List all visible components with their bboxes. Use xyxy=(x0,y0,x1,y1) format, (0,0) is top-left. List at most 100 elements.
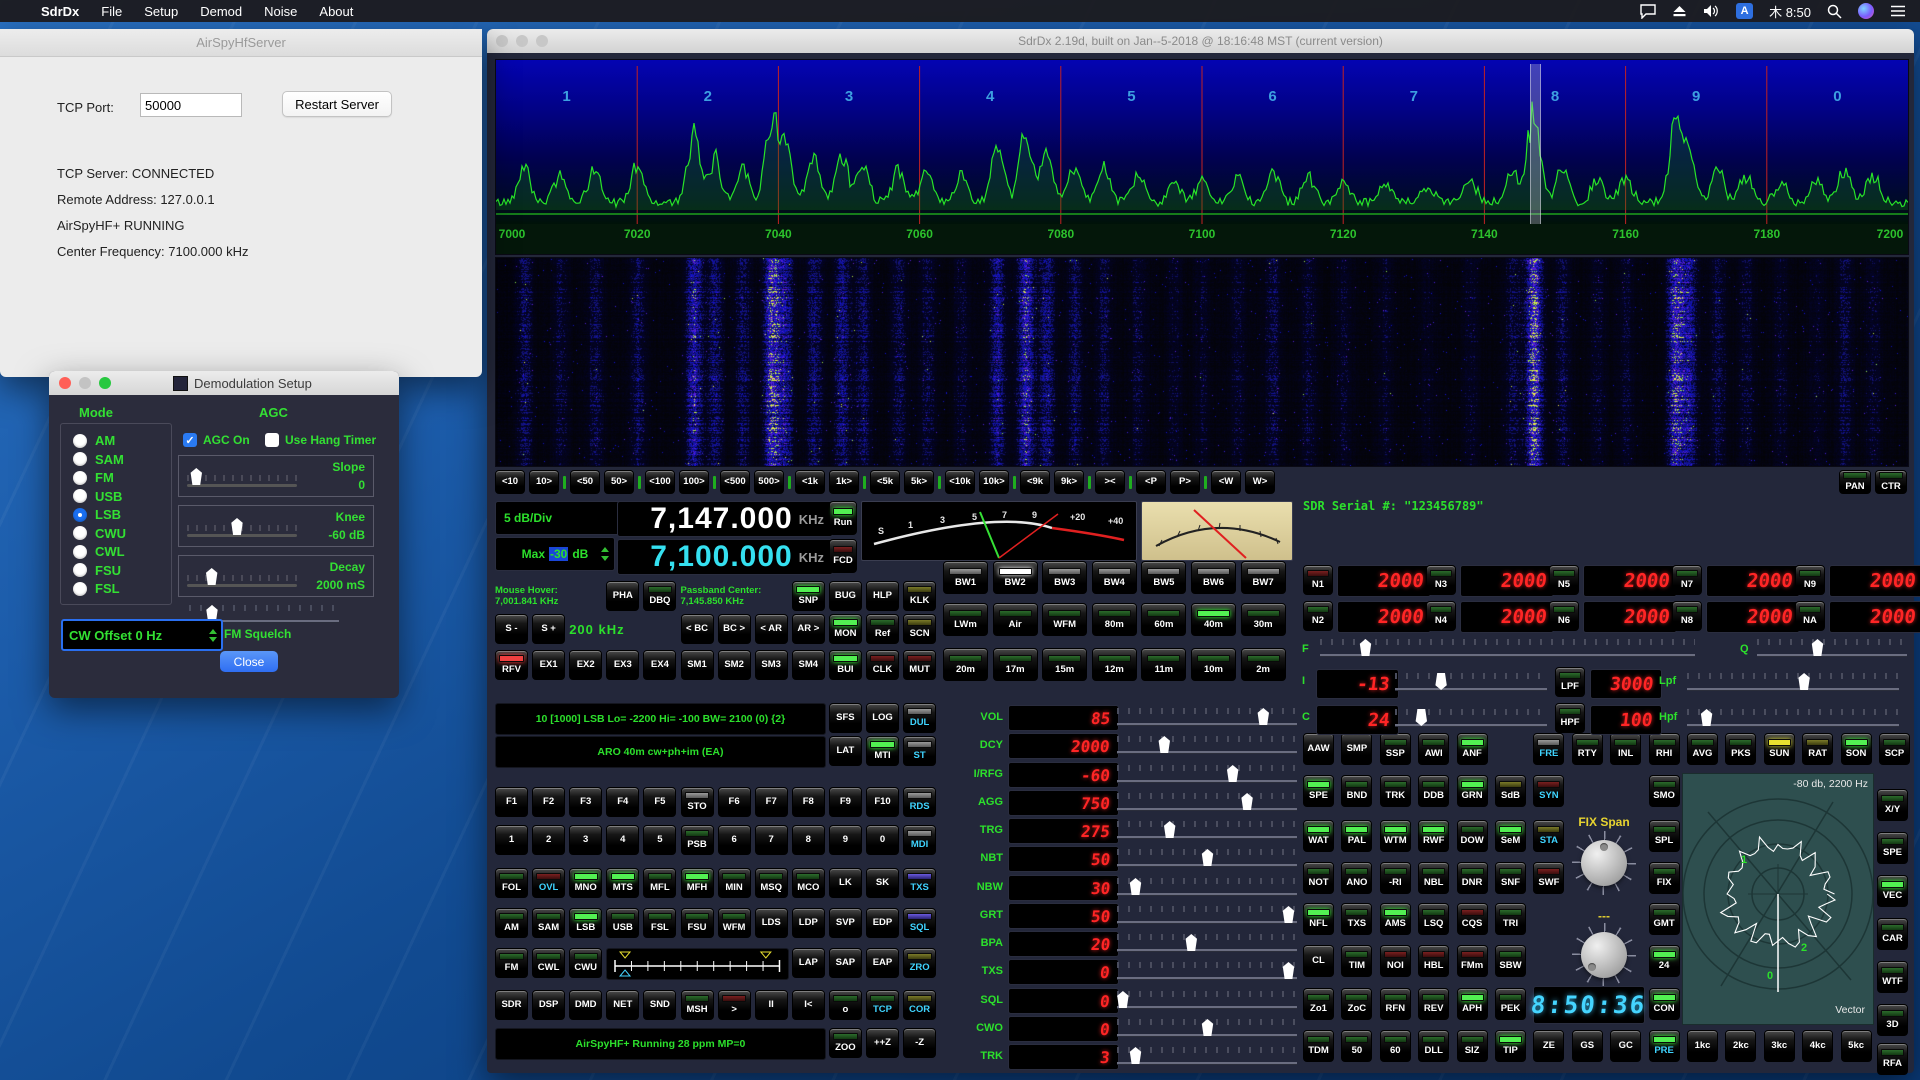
btn-smo[interactable]: SMO xyxy=(1649,775,1680,807)
btn-7[interactable]: 7 xyxy=(755,825,788,855)
step--button[interactable]: >< xyxy=(1095,470,1125,494)
notification-list-icon[interactable] xyxy=(1890,5,1906,17)
btn-4kc[interactable]: 4kc xyxy=(1802,1030,1833,1062)
btn-n5[interactable]: N5 xyxy=(1549,565,1579,595)
btn-dll[interactable]: DLL xyxy=(1418,1030,1449,1062)
step-9k-button[interactable]: <9k xyxy=(1020,470,1050,494)
mode-radio-fsl[interactable]: FSL xyxy=(73,581,120,596)
center-frequency-display[interactable]: 7,100.000KHz xyxy=(617,539,833,575)
btn-trk[interactable]: TRK xyxy=(1380,775,1411,807)
btn-min[interactable]: MIN xyxy=(718,868,751,898)
btn-rhi[interactable]: RHI xyxy=(1649,733,1680,765)
mode-radio-lsb[interactable]: LSB xyxy=(73,507,121,522)
btn-tip[interactable]: TIP xyxy=(1495,1030,1526,1062)
btn-zro[interactable]: ZRO xyxy=(903,948,936,978)
waterfall-display[interactable] xyxy=(495,257,1909,467)
btn-f6[interactable]: F6 xyxy=(718,787,751,817)
param-slider[interactable] xyxy=(1117,847,1297,869)
i-slider[interactable] xyxy=(1395,671,1547,693)
btn-f7[interactable]: F7 xyxy=(755,787,788,817)
passband-scale-widget[interactable] xyxy=(606,948,789,980)
spinner-arrows[interactable] xyxy=(601,547,609,561)
btn-f3[interactable]: F3 xyxy=(569,787,602,817)
param-slider[interactable] xyxy=(1117,989,1297,1011)
btn-ssp[interactable]: SSP xyxy=(1380,733,1411,765)
step-500-button[interactable]: <500 xyxy=(720,470,750,494)
agc-on-checkbox[interactable]: ✓AGC On xyxy=(183,433,250,447)
btn-20m[interactable]: 20m xyxy=(943,648,988,681)
btn-rds[interactable]: RDS xyxy=(903,787,936,817)
demod-titlebar[interactable]: Demodulation Setup xyxy=(49,371,399,395)
btn-scn[interactable]: SCN xyxy=(903,614,936,644)
btn-6[interactable]: 6 xyxy=(718,825,751,855)
step-10-button[interactable]: <10 xyxy=(495,470,525,494)
mode-radio-usb[interactable]: USB xyxy=(73,489,122,504)
btn-bui[interactable]: BUI xyxy=(829,650,862,680)
btn-mco[interactable]: MCO xyxy=(792,868,825,898)
btn-bw1[interactable]: BW1 xyxy=(943,561,988,594)
btn-sm4[interactable]: SM4 xyxy=(792,650,825,680)
btn-rfv[interactable]: RFV xyxy=(495,650,528,680)
btn-not[interactable]: NOT xyxy=(1303,862,1334,894)
btn-scp[interactable]: SCP xyxy=(1879,733,1910,765)
btn-lsq[interactable]: LSQ xyxy=(1418,903,1449,935)
spectrum-plot[interactable]: 1234567890 xyxy=(496,60,1908,224)
fcd-button[interactable]: FCD xyxy=(829,539,857,573)
btn-tri[interactable]: TRI xyxy=(1495,903,1526,935)
btn-wfm[interactable]: WFM xyxy=(718,908,751,938)
btn-ddb[interactable]: DDB xyxy=(1418,775,1449,807)
btn-n9[interactable]: N9 xyxy=(1795,565,1825,595)
btn-bw3[interactable]: BW3 xyxy=(1042,561,1087,594)
btn-klk[interactable]: KLK xyxy=(903,581,936,611)
input-source-icon[interactable]: A xyxy=(1736,3,1753,19)
mode-radio-fm[interactable]: FM xyxy=(73,470,114,485)
btn-snf[interactable]: SNF xyxy=(1495,862,1526,894)
btn-dow[interactable]: DOW xyxy=(1457,820,1488,852)
c-slider[interactable] xyxy=(1395,707,1547,729)
btn-wtm[interactable]: WTM xyxy=(1380,820,1411,852)
mode-radio-am[interactable]: AM xyxy=(73,433,115,448)
step-10k-button[interactable]: <10k xyxy=(945,470,975,494)
step-100-button[interactable]: <100 xyxy=(645,470,675,494)
btn-s-[interactable]: S - xyxy=(495,614,528,644)
btn-tdm[interactable]: TDM xyxy=(1303,1030,1334,1062)
btn-syn[interactable]: SYN xyxy=(1533,775,1564,807)
btn-siz[interactable]: SIZ xyxy=(1457,1030,1488,1062)
param-slider[interactable] xyxy=(1117,1045,1297,1067)
param-slider[interactable] xyxy=(1117,876,1297,898)
vector-display[interactable]: -80 db, 2200 Hz Vector 1 2 0 xyxy=(1682,773,1874,1025)
btn-2m[interactable]: 2m xyxy=(1241,648,1286,681)
step-5k-button[interactable]: <5k xyxy=(870,470,900,494)
btn-snp[interactable]: SNP xyxy=(792,581,825,611)
run-button[interactable]: Run xyxy=(829,501,857,535)
menu-sdrdx[interactable]: SdrDx xyxy=(30,4,90,19)
btn-sfs[interactable]: SFS xyxy=(829,703,862,733)
btn-fm[interactable]: FM xyxy=(495,948,528,978)
btn-80m[interactable]: 80m xyxy=(1092,603,1137,636)
decay-slider-box[interactable]: Decay2000 mS xyxy=(178,555,374,597)
btn-sap[interactable]: SAP xyxy=(829,948,862,978)
btn-mti[interactable]: MTI xyxy=(866,736,899,766)
btn-cqs[interactable]: CQS xyxy=(1457,903,1488,935)
btn--bc[interactable]: < BC xyxy=(681,614,714,644)
btn-gc[interactable]: GC xyxy=(1610,1030,1641,1062)
btn-17m[interactable]: 17m xyxy=(993,648,1038,681)
btn-8[interactable]: 8 xyxy=(792,825,825,855)
btn-2kc[interactable]: 2kc xyxy=(1725,1030,1756,1062)
step-50-button[interactable]: 50> xyxy=(604,470,634,494)
btn-svp[interactable]: SVP xyxy=(829,908,862,938)
btn-10m[interactable]: 10m xyxy=(1191,648,1236,681)
btn-cwl[interactable]: CWL xyxy=(532,948,565,978)
btn-log[interactable]: LOG xyxy=(866,703,899,733)
btn-sto[interactable]: STO xyxy=(681,787,714,817)
menubar-clock[interactable]: 木 8:50 xyxy=(1769,2,1811,21)
search-icon[interactable] xyxy=(1827,4,1842,19)
main-titlebar[interactable]: SdrDx 2.19d, built on Jan--5-2018 @ 18:1… xyxy=(487,29,1914,53)
btn-na[interactable]: NA xyxy=(1795,601,1825,631)
btn-ar-[interactable]: AR > xyxy=(792,614,825,644)
btn-spe[interactable]: SPE xyxy=(1877,832,1908,864)
btn-n1[interactable]: N1 xyxy=(1303,565,1333,595)
step-PAN-button[interactable]: PAN xyxy=(1839,470,1871,494)
btn-n3[interactable]: N3 xyxy=(1426,565,1456,595)
btn-swf[interactable]: SWF xyxy=(1533,862,1564,894)
